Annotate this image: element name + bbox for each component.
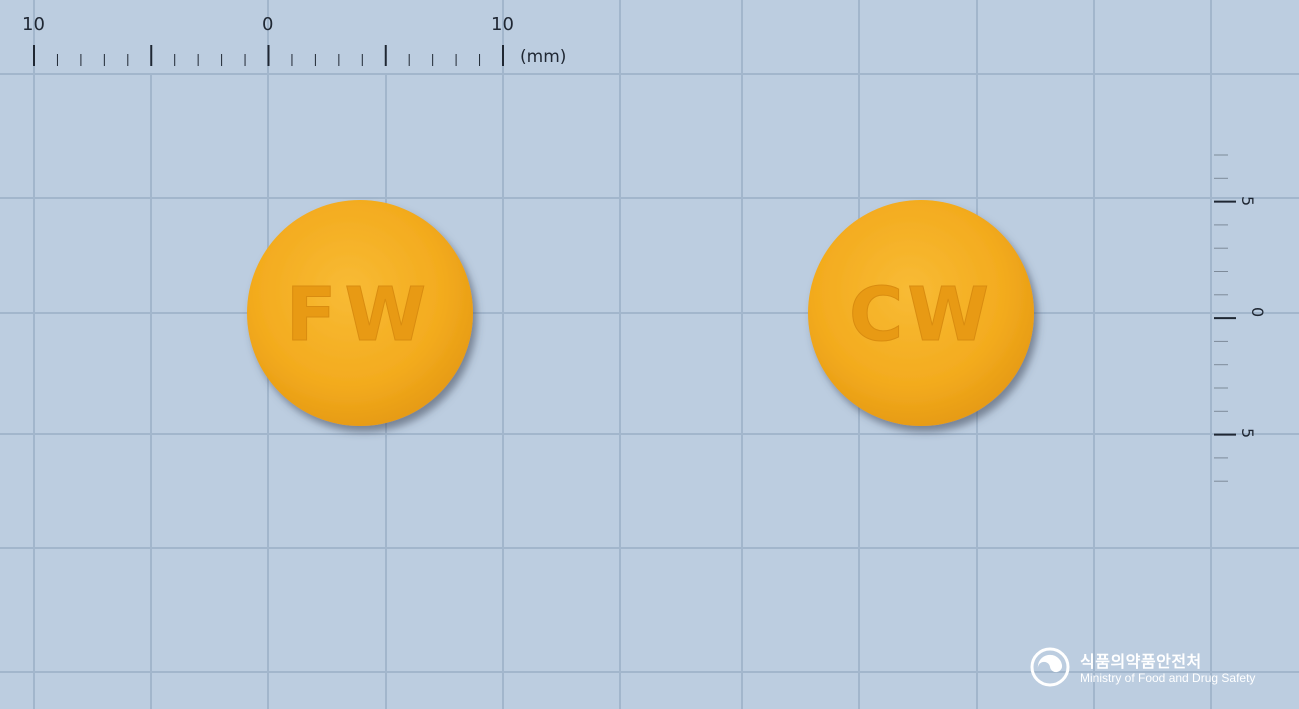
agency-name-english: Ministry of Food and Drug Safety (1080, 671, 1256, 685)
tablet-front-imprint: FW (286, 272, 434, 358)
horizontal-scale: 10 0 10 (mm) (22, 14, 566, 67)
vscale-label-top-5: 5 (1238, 196, 1257, 206)
taegeuk-emblem-icon (1030, 647, 1070, 687)
scale-label-right-10: 10 (491, 14, 514, 35)
vscale-label-zero: 0 (1248, 307, 1267, 317)
agency-logo: 식품의약품안전처 Ministry of Food and Drug Safet… (1030, 646, 1270, 690)
pill-photo-scene: 10 0 10 (mm) 5 0 5 FW CW (0, 0, 1299, 709)
tablet-back-imprint: CW (849, 272, 993, 358)
tablet-front: FW (247, 200, 473, 426)
tablet-back: CW (808, 200, 1034, 426)
scale-label-left-10: 10 (22, 14, 45, 35)
background-grid (0, 0, 1299, 709)
vertical-scale: 5 0 5 (1214, 154, 1267, 482)
vscale-label-bottom-5: 5 (1238, 428, 1257, 438)
agency-name-korean: 식품의약품안전처 (1080, 652, 1202, 671)
scale-label-zero: 0 (262, 14, 273, 35)
scale-unit-label: (mm) (520, 47, 566, 67)
